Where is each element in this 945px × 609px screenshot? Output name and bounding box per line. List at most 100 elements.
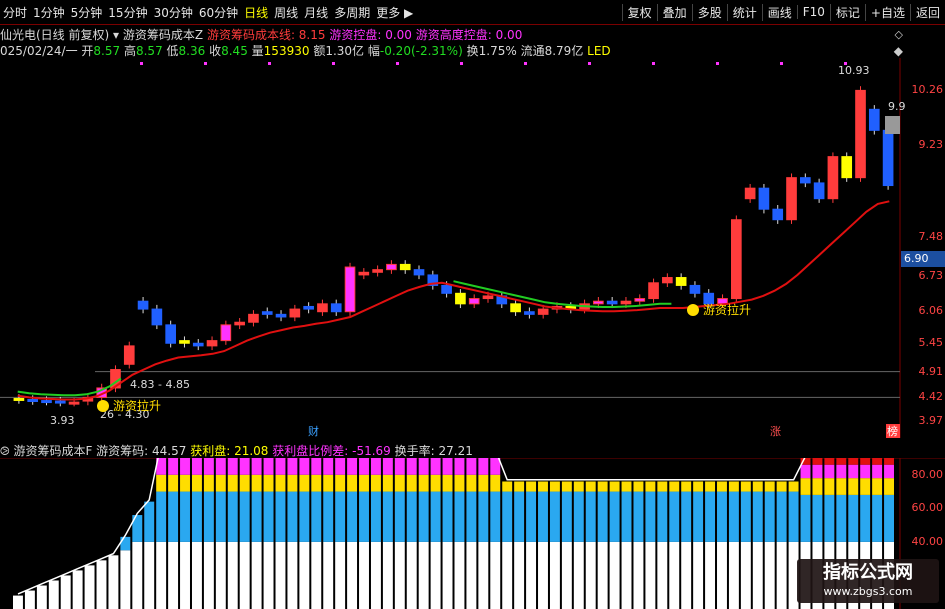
chip-bar-segment — [812, 464, 823, 479]
candle — [593, 300, 604, 305]
chip-bar-segment — [311, 458, 322, 475]
chip-bar-segment — [502, 541, 513, 609]
price-tick-2: 7.48 — [918, 229, 944, 243]
chip-bar-segment — [275, 458, 286, 475]
price-tick-5: 5.45 — [918, 336, 944, 350]
chip-bar-segment — [382, 474, 393, 492]
stock-name: 仙光电(日线 前复权) — [0, 28, 110, 42]
collapse-diamond-icon[interactable]: ◇ — [895, 28, 903, 41]
candle — [662, 277, 673, 284]
chip-bar-segment — [203, 491, 214, 542]
indicator-dropdown-icon[interactable]: ▾ — [113, 28, 119, 42]
cost-line — [17, 200, 890, 401]
period-tab-7[interactable]: 周线 — [271, 4, 301, 21]
chip-bar-segment — [48, 580, 59, 609]
chip-bar-segment — [764, 541, 775, 609]
cai-marker: 财 — [308, 424, 319, 438]
candle — [372, 269, 383, 273]
chip-bar-segment — [705, 541, 716, 609]
chip-bar-segment — [621, 491, 632, 542]
chip-bar-segment — [561, 541, 572, 609]
chip-bar-segment — [168, 458, 179, 475]
chip-bar-segment — [573, 491, 584, 542]
period-tab-0[interactable]: 分时 — [0, 4, 30, 21]
period-tab-8[interactable]: 月线 — [301, 4, 331, 21]
period-tab-2[interactable]: 5分钟 — [68, 4, 106, 21]
candlestick-chart[interactable]: 10.939.94.83 - 4.853.93 26 - 4.30游资拉升游资拉升… — [0, 58, 945, 438]
toolbar-button-7[interactable]: +自选 — [864, 3, 910, 21]
toolbar-button-5[interactable]: F10 — [796, 5, 830, 19]
price-tick-6: 4.91 — [918, 364, 944, 378]
chip-bar-segment — [251, 491, 262, 542]
indicator-name[interactable]: 游资筹码成本Z — [123, 28, 203, 42]
chip-bar-segment — [156, 491, 167, 542]
chip-bar-segment — [168, 541, 179, 609]
chip-bar-segment — [549, 541, 560, 609]
chip-bar-segment — [239, 541, 250, 609]
control-label: 游资控盘: 0.00 — [329, 28, 412, 42]
candle — [165, 324, 176, 344]
candle — [855, 89, 866, 179]
candle — [813, 182, 825, 200]
signal-smile-icon — [97, 400, 109, 412]
toolbar-button-0[interactable]: 复权 — [621, 3, 657, 21]
chip-bar-segment — [335, 474, 346, 492]
chip-bar-segment — [251, 458, 262, 475]
chip-bar-segment — [203, 458, 214, 475]
chip-bar-segment — [657, 491, 668, 542]
chip-bar-segment — [287, 491, 298, 542]
candle — [772, 208, 784, 221]
chip-bar-segment — [394, 491, 405, 542]
period-tab-10[interactable]: 更多 ▶ — [373, 4, 416, 21]
candle — [606, 300, 618, 305]
indicator-panel-icon[interactable]: ⧁ — [0, 444, 10, 458]
settings-diamond-icon[interactable]: ◆ — [894, 44, 903, 58]
candle — [275, 313, 287, 318]
toolbar-button-8[interactable]: 返回 — [909, 3, 945, 21]
price-tick-8: 3.97 — [918, 414, 944, 428]
cost-line-label: 游资筹码成本线: 8.15 — [206, 28, 326, 42]
chip-bar-segment — [561, 491, 572, 542]
period-tab-6[interactable]: 日线 — [241, 4, 271, 21]
high-mark2-label: 9.9 — [888, 100, 906, 113]
toolbar-button-1[interactable]: 叠加 — [656, 3, 692, 21]
chip-bar-segment — [693, 541, 704, 609]
period-tab-5[interactable]: 60分钟 — [196, 4, 241, 21]
period-tab-1[interactable]: 1分钟 — [30, 4, 68, 21]
chip-bar-segment — [514, 481, 525, 492]
chip-bar-segment — [251, 541, 262, 609]
chip-bar-segment — [180, 474, 190, 492]
indicator-tick-1: 60.00 — [911, 501, 944, 515]
chip-bar-segment — [394, 458, 405, 475]
indicator-panel-name[interactable]: 游资筹码成本F — [13, 444, 92, 458]
chip-bar-segment — [359, 491, 369, 542]
top-marker — [652, 62, 655, 65]
top-marker — [716, 62, 719, 65]
price-tick-1: 9.23 — [918, 137, 944, 151]
low-mark-label: 3.93 — [50, 414, 75, 427]
chip-bar-segment — [275, 541, 286, 609]
chip-bar-segment — [466, 458, 477, 475]
chip-bar-segment — [609, 541, 620, 609]
candle — [827, 156, 839, 200]
toolbar-button-2[interactable]: 多股 — [691, 3, 727, 21]
quote-change: -0.20(-2.31%) — [379, 44, 463, 58]
chip-bar-segment — [812, 478, 823, 495]
quote-high: 8.57 — [135, 44, 163, 58]
chip-bar-segment — [764, 491, 775, 542]
chip-bar-segment — [406, 491, 417, 542]
toolbar-button-3[interactable]: 统计 — [726, 3, 762, 21]
chip-bar-segment — [848, 458, 859, 465]
chip-bar-segment — [72, 570, 83, 609]
period-tab-4[interactable]: 30分钟 — [151, 4, 196, 21]
chip-bar-segment — [382, 541, 393, 609]
period-tab-3[interactable]: 15分钟 — [105, 4, 150, 21]
chip-bar-segment — [347, 491, 358, 542]
quote-sector: LED — [587, 44, 611, 58]
chip-bar-segment — [215, 541, 226, 609]
toolbar-button-6[interactable]: 标记 — [829, 3, 865, 21]
top-marker — [460, 62, 463, 65]
candle — [54, 400, 66, 404]
period-tab-9[interactable]: 多周期 — [331, 4, 373, 21]
toolbar-button-4[interactable]: 画线 — [761, 3, 797, 21]
